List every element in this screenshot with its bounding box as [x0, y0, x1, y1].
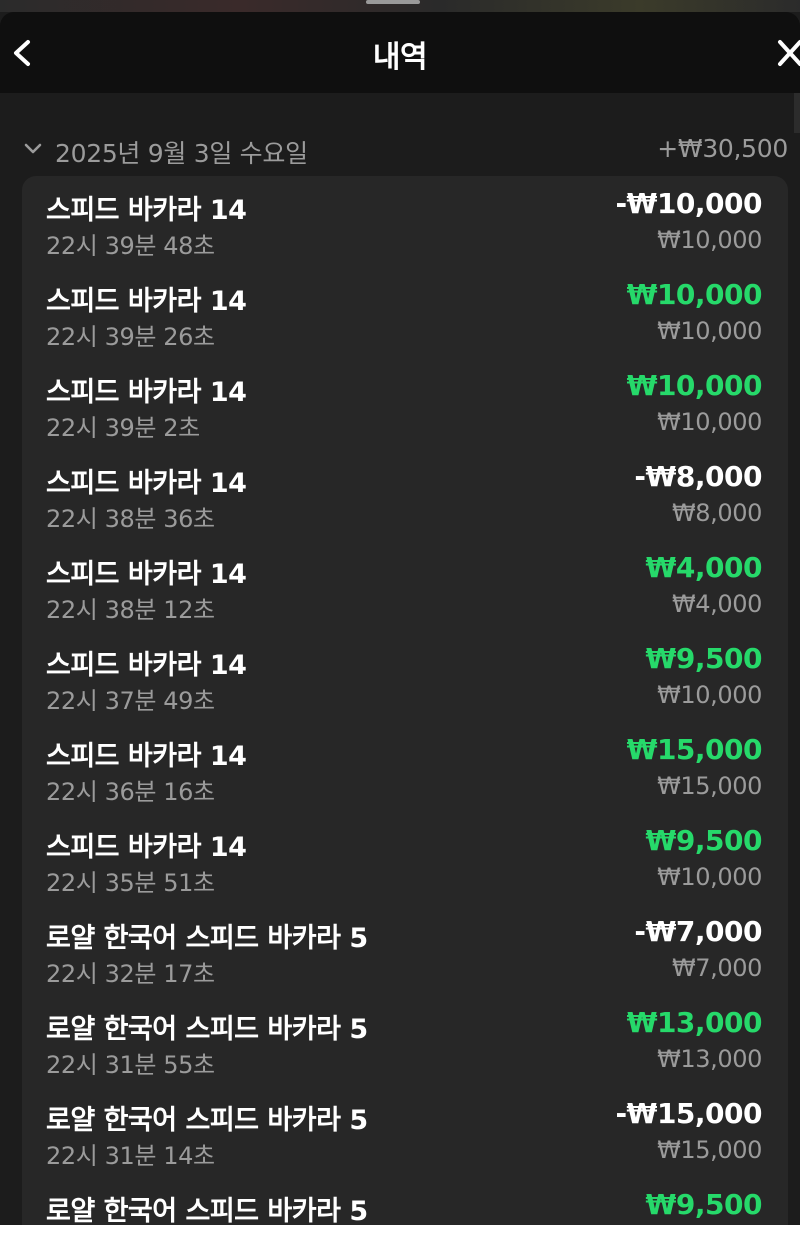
transaction-row[interactable]: 스피드 바카라 14 22시 38분 36초 -₩8,000 ₩8,000 [22, 449, 788, 540]
transaction-amount: ₩4,000 [645, 551, 763, 584]
bet-amount: ₩10,000 [657, 408, 762, 436]
transaction-list: 스피드 바카라 14 22시 39분 48초 -₩10,000 ₩10,000 … [22, 176, 788, 1225]
bet-amount: ₩15,000 [657, 1136, 762, 1164]
game-name: 로얄 한국어 스피드 바카라 5 [46, 1014, 368, 1045]
transaction-row[interactable]: 로얄 한국어 스피드 바카라 5 22시 32분 17초 -₩7,000 ₩7,… [22, 904, 788, 995]
transaction-amount: ₩9,500 [645, 1188, 763, 1221]
header-bar: 내역 [0, 12, 800, 93]
game-name: 스피드 바카라 14 [46, 832, 247, 863]
transaction-amount: ₩10,000 [626, 369, 763, 402]
transaction-amount: ₩13,000 [626, 1006, 763, 1039]
bet-amount: ₩7,000 [671, 954, 762, 982]
sheet-drag-handle[interactable] [366, 0, 420, 4]
transaction-row[interactable]: 스피드 바카라 14 22시 35분 51초 ₩9,500 ₩10,000 [22, 813, 788, 904]
game-name: 로얄 한국어 스피드 바카라 5 [46, 1196, 368, 1225]
transaction-time: 22시 39분 26초 [46, 323, 215, 351]
transaction-amount: -₩10,000 [615, 187, 762, 220]
transaction-row[interactable]: 로얄 한국어 스피드 바카라 5 ₩9,500 [22, 1177, 788, 1225]
bet-amount: ₩8,000 [671, 499, 762, 527]
game-name: 스피드 바카라 14 [46, 741, 247, 772]
transaction-row[interactable]: 스피드 바카라 14 22시 36분 16초 ₩15,000 ₩15,000 [22, 722, 788, 813]
transaction-time: 22시 36분 16초 [46, 778, 215, 806]
date-label: 2025년 9월 3일 수요일 [55, 139, 308, 168]
game-name: 로얄 한국어 스피드 바카라 5 [46, 1105, 368, 1136]
game-name: 스피드 바카라 14 [46, 195, 247, 226]
bet-amount: ₩13,000 [657, 1045, 762, 1073]
transaction-amount: ₩10,000 [626, 278, 763, 311]
chevron-down-icon [24, 143, 42, 154]
game-name: 스피드 바카라 14 [46, 377, 247, 408]
transaction-time: 22시 39분 2초 [46, 414, 200, 442]
background-app-strip [0, 0, 800, 12]
transaction-time: 22시 39분 48초 [46, 232, 215, 260]
game-name: 로얄 한국어 스피드 바카라 5 [46, 923, 368, 954]
transaction-row[interactable]: 로얄 한국어 스피드 바카라 5 22시 31분 55초 ₩13,000 ₩13… [22, 995, 788, 1086]
transaction-row[interactable]: 스피드 바카라 14 22시 39분 2초 ₩10,000 ₩10,000 [22, 358, 788, 449]
transaction-amount: -₩15,000 [615, 1097, 762, 1130]
transaction-time: 22시 37분 49초 [46, 687, 215, 715]
transaction-time: 22시 35분 51초 [46, 869, 215, 897]
bet-amount: ₩10,000 [657, 317, 762, 345]
transaction-row[interactable]: 스피드 바카라 14 22시 38분 12초 ₩4,000 ₩4,000 [22, 540, 788, 631]
transaction-row[interactable]: 스피드 바카라 14 22시 37분 49초 ₩9,500 ₩10,000 [22, 631, 788, 722]
game-name: 스피드 바카라 14 [46, 559, 247, 590]
date-total: +₩30,500 [657, 134, 788, 163]
transaction-row[interactable]: 스피드 바카라 14 22시 39분 48초 -₩10,000 ₩10,000 [22, 176, 788, 267]
transaction-time: 22시 31분 14초 [46, 1142, 215, 1170]
page-title: 내역 [372, 40, 428, 75]
scrollbar[interactable] [794, 93, 800, 133]
transaction-time: 22시 38분 36초 [46, 505, 215, 533]
history-screen: 내역 2025년 9월 3일 수요일 +₩30,500 스피드 바카라 14 2… [0, 0, 800, 1225]
bet-amount: ₩10,000 [657, 681, 762, 709]
transaction-row[interactable]: 로얄 한국어 스피드 바카라 5 22시 31분 14초 -₩15,000 ₩1… [22, 1086, 788, 1177]
bet-amount: ₩10,000 [657, 226, 762, 254]
transaction-amount: -₩7,000 [634, 915, 762, 948]
game-name: 스피드 바카라 14 [46, 468, 247, 499]
transaction-amount: ₩9,500 [645, 824, 763, 857]
transaction-amount: -₩8,000 [634, 460, 762, 493]
bet-amount: ₩10,000 [657, 863, 762, 891]
date-group-header[interactable]: 2025년 9월 3일 수요일 +₩30,500 [0, 130, 800, 170]
transaction-amount: ₩9,500 [645, 642, 763, 675]
game-name: 스피드 바카라 14 [46, 286, 247, 317]
transaction-time: 22시 32분 17초 [46, 960, 215, 988]
transaction-time: 22시 31분 55초 [46, 1051, 215, 1079]
transaction-time: 22시 38분 12초 [46, 596, 215, 624]
game-name: 스피드 바카라 14 [46, 650, 247, 681]
bet-amount: ₩4,000 [671, 590, 762, 618]
transaction-row[interactable]: 스피드 바카라 14 22시 39분 26초 ₩10,000 ₩10,000 [22, 267, 788, 358]
close-icon [778, 40, 800, 66]
close-button[interactable] [774, 36, 800, 70]
bet-amount: ₩15,000 [657, 772, 762, 800]
transaction-amount: ₩15,000 [626, 733, 763, 766]
